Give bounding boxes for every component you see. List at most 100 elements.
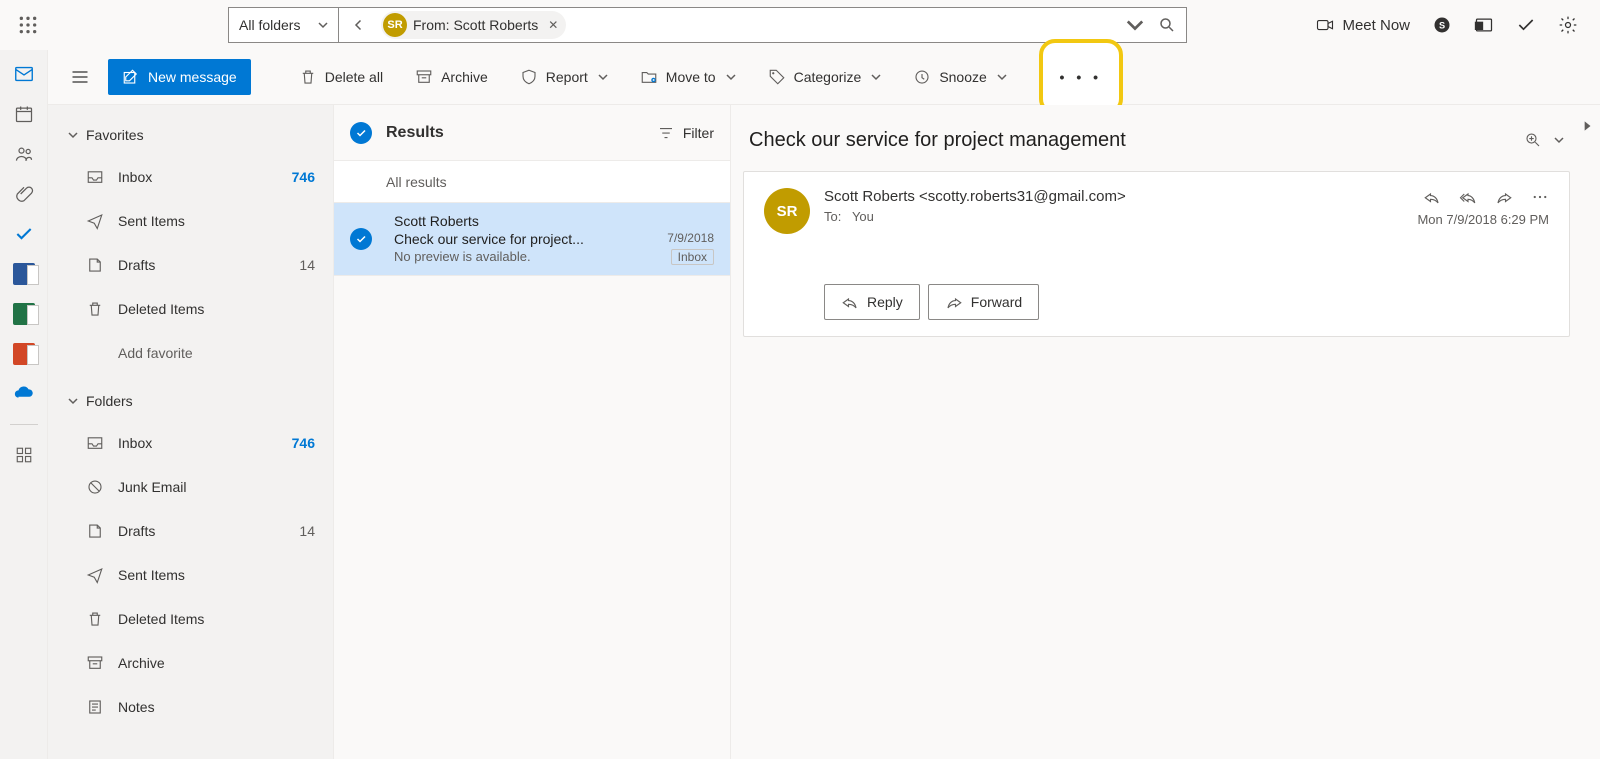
app-launcher[interactable] bbox=[8, 0, 48, 50]
move-to-button[interactable]: Move to bbox=[628, 59, 748, 95]
categorize-button[interactable]: Categorize bbox=[756, 59, 894, 95]
folders-header[interactable]: Folders bbox=[48, 381, 333, 421]
folder-move-icon bbox=[640, 68, 658, 86]
powerpoint-icon bbox=[13, 343, 35, 365]
nav-item-label: Drafts bbox=[118, 257, 155, 273]
nav-add-favorite[interactable]: Add favorite bbox=[48, 331, 333, 375]
nav-notes[interactable]: Notes bbox=[48, 685, 333, 729]
meet-now-button[interactable]: Meet Now bbox=[1316, 16, 1410, 34]
reply-button[interactable]: Reply bbox=[824, 284, 920, 320]
skype-button[interactable]: S bbox=[1432, 15, 1452, 35]
more-actions-button[interactable]: • • • bbox=[1039, 39, 1123, 115]
rail-word[interactable] bbox=[10, 260, 38, 288]
trash-icon bbox=[86, 300, 104, 318]
favorites-header[interactable]: Favorites bbox=[48, 115, 333, 155]
message-preview: No preview is available. bbox=[394, 249, 659, 265]
waffle-icon bbox=[18, 15, 38, 35]
chevron-down-icon bbox=[68, 396, 78, 406]
nav-count: 14 bbox=[299, 257, 315, 273]
nav-toggle[interactable] bbox=[60, 57, 100, 97]
rail-mail[interactable] bbox=[10, 60, 38, 88]
nav-sent[interactable]: Sent Items bbox=[48, 553, 333, 597]
categorize-label: Categorize bbox=[794, 69, 862, 85]
rail-files[interactable] bbox=[10, 180, 38, 208]
forward-icon[interactable] bbox=[1495, 188, 1513, 206]
chip-remove-icon[interactable]: ✕ bbox=[548, 18, 558, 32]
filter-button[interactable]: Filter bbox=[657, 124, 714, 142]
move-to-label: Move to bbox=[666, 69, 716, 85]
arrow-left-icon bbox=[350, 16, 368, 34]
word-icon bbox=[13, 263, 35, 285]
chevron-down-icon bbox=[726, 72, 736, 82]
nav-inbox-fav[interactable]: Inbox 746 bbox=[48, 155, 333, 199]
snooze-label: Snooze bbox=[939, 69, 986, 85]
rail-all-apps[interactable] bbox=[10, 441, 38, 469]
svg-text:S: S bbox=[1439, 20, 1445, 30]
rail-excel[interactable] bbox=[10, 300, 38, 328]
nav-deleted-fav[interactable]: Deleted Items bbox=[48, 287, 333, 331]
send-icon bbox=[86, 212, 104, 230]
more-icon[interactable] bbox=[1531, 188, 1549, 206]
junk-icon bbox=[86, 478, 104, 496]
folder-nav: Favorites Inbox 746 Sent Items Drafts bbox=[48, 105, 334, 759]
report-button[interactable]: Report bbox=[508, 59, 620, 95]
message-card: SR Scott Roberts <scotty.roberts31@gmail… bbox=[743, 171, 1570, 337]
archive-button[interactable]: Archive bbox=[403, 59, 500, 95]
chip-avatar: SR bbox=[383, 13, 407, 37]
reply-icon[interactable] bbox=[1423, 188, 1441, 206]
todo-button[interactable] bbox=[1516, 15, 1536, 35]
message-row[interactable]: Scott Roberts Check our service for proj… bbox=[334, 203, 730, 276]
select-all-toggle[interactable] bbox=[350, 122, 372, 144]
to-label: To: bbox=[824, 209, 841, 224]
to-value: You bbox=[852, 209, 874, 224]
add-favorite-label: Add favorite bbox=[118, 345, 193, 361]
nav-sent-fav[interactable]: Sent Items bbox=[48, 199, 333, 243]
rail-powerpoint[interactable] bbox=[10, 340, 38, 368]
search-options-chevron-icon[interactable] bbox=[1126, 16, 1144, 34]
chevron-down-icon[interactable] bbox=[1554, 135, 1564, 145]
message-select[interactable] bbox=[350, 228, 386, 250]
nav-inbox[interactable]: Inbox 746 bbox=[48, 421, 333, 465]
new-message-button[interactable]: New message bbox=[108, 59, 251, 95]
nav-archive[interactable]: Archive bbox=[48, 641, 333, 685]
nav-drafts[interactable]: Drafts 14 bbox=[48, 509, 333, 553]
forward-icon bbox=[945, 293, 963, 311]
gear-icon bbox=[1558, 15, 1578, 35]
nav-count: 14 bbox=[299, 523, 315, 539]
nav-drafts-fav[interactable]: Drafts 14 bbox=[48, 243, 333, 287]
settings-button[interactable] bbox=[1558, 15, 1578, 35]
outlook-app-button[interactable] bbox=[1474, 15, 1494, 35]
reply-all-icon[interactable] bbox=[1459, 188, 1477, 206]
search-icon[interactable] bbox=[1158, 16, 1176, 34]
rail-onedrive[interactable] bbox=[10, 380, 38, 408]
search-chip-from[interactable]: SR From: Scott Roberts ✕ bbox=[381, 11, 566, 39]
rail-todo[interactable] bbox=[10, 220, 38, 248]
todo-icon bbox=[14, 224, 34, 244]
nav-junk[interactable]: Junk Email bbox=[48, 465, 333, 509]
ad-collapse[interactable] bbox=[1580, 119, 1594, 133]
all-results-label: All results bbox=[386, 174, 447, 190]
tag-icon bbox=[768, 68, 786, 86]
message-datetime: Mon 7/9/2018 6:29 PM bbox=[1417, 212, 1549, 227]
search-box[interactable]: SR From: Scott Roberts ✕ bbox=[338, 7, 1187, 43]
message-from: Scott Roberts bbox=[394, 213, 659, 229]
forward-button[interactable]: Forward bbox=[928, 284, 1039, 320]
results-title: Results bbox=[386, 124, 444, 142]
snooze-button[interactable]: Snooze bbox=[901, 59, 1018, 95]
rail-calendar[interactable] bbox=[10, 100, 38, 128]
nav-item-label: Sent Items bbox=[118, 213, 185, 229]
nav-deleted[interactable]: Deleted Items bbox=[48, 597, 333, 641]
zoom-icon[interactable] bbox=[1524, 131, 1542, 149]
search-back-button[interactable] bbox=[345, 11, 373, 39]
hamburger-icon bbox=[70, 67, 90, 87]
archive-icon bbox=[415, 68, 433, 86]
delete-all-button[interactable]: Delete all bbox=[287, 59, 395, 95]
clock-icon bbox=[913, 68, 931, 86]
search-scope-label: All folders bbox=[239, 17, 300, 33]
check-icon bbox=[355, 233, 367, 245]
excel-icon bbox=[13, 303, 35, 325]
command-bar: New message Delete all Archive Report Mo… bbox=[48, 50, 1600, 105]
calendar-icon bbox=[14, 104, 34, 124]
search-scope-dropdown[interactable]: All folders bbox=[228, 7, 338, 43]
rail-people[interactable] bbox=[10, 140, 38, 168]
